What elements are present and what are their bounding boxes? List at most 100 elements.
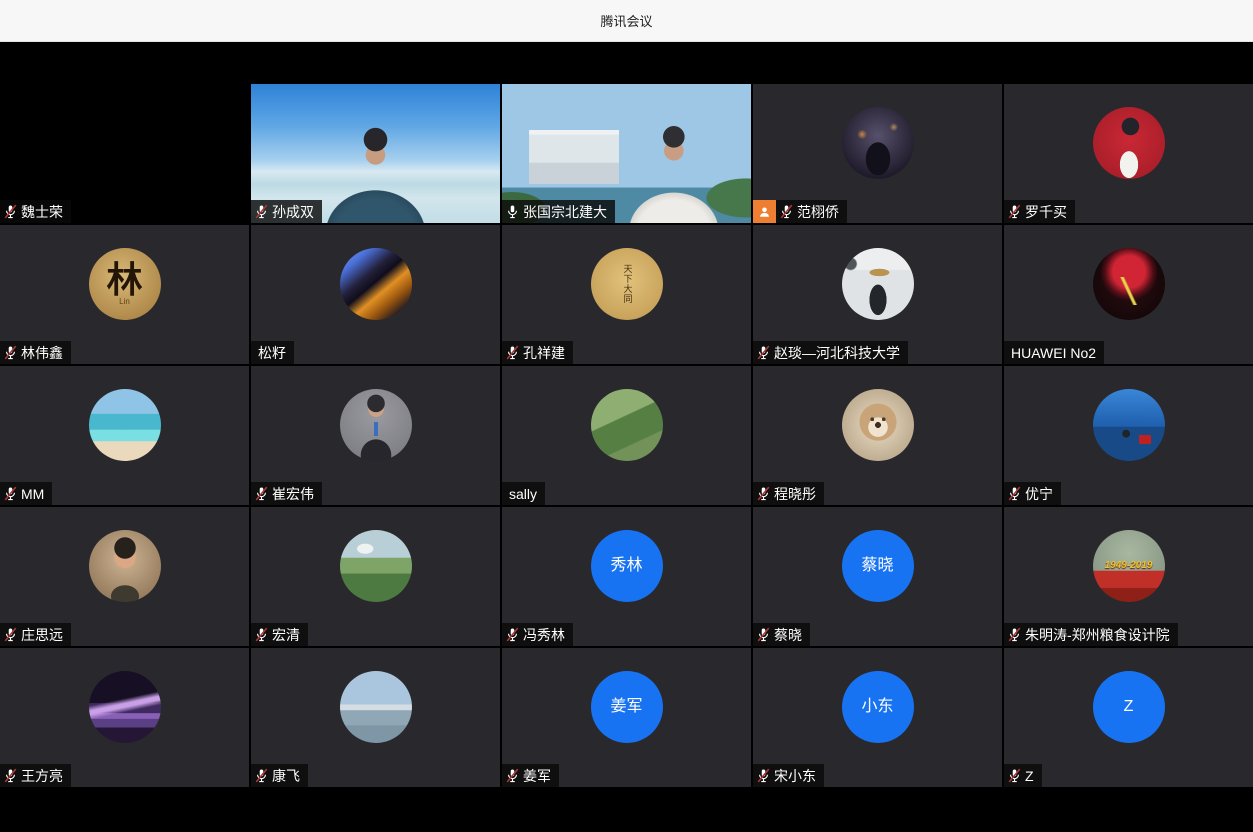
avatar: 天下大同 — [591, 248, 663, 320]
mic-muted-icon — [505, 768, 520, 783]
participant-tile[interactable]: HUAWEI No2 — [1004, 225, 1253, 364]
mic-muted-icon — [779, 204, 794, 219]
avatar — [89, 389, 161, 461]
participant-tile[interactable]: 小东 宋小东 — [753, 648, 1002, 787]
avatar — [842, 389, 914, 461]
mic-muted-icon — [505, 345, 520, 360]
participant-tile[interactable]: 魏士荣 — [0, 84, 249, 223]
name-label: Z — [1004, 764, 1042, 787]
participant-name: 康飞 — [272, 766, 300, 786]
participant-tile[interactable]: 孙成双 — [251, 84, 500, 223]
participant-name: Z — [1025, 768, 1034, 784]
mic-muted-icon — [254, 204, 269, 219]
mic-muted-icon — [3, 768, 18, 783]
participant-name: 孙成双 — [272, 202, 314, 222]
avatar-initials: 秀林 — [610, 557, 642, 575]
participant-name: 林伟鑫 — [21, 343, 63, 363]
mic-muted-icon — [254, 627, 269, 642]
avatar-anniversary-text: 1949-2019 — [1105, 560, 1153, 571]
name-label: 范栩侨 — [753, 200, 847, 223]
avatar-subtext: Lin — [119, 297, 130, 306]
participant-tile[interactable]: 林 Lin 林伟鑫 — [0, 225, 249, 364]
name-label: 魏士荣 — [0, 200, 71, 223]
name-label: 孔祥建 — [502, 341, 573, 364]
avatar — [89, 671, 161, 743]
participant-tile[interactable]: 赵琰—河北科技大学 — [753, 225, 1002, 364]
mic-muted-icon — [3, 627, 18, 642]
participant-tile[interactable]: 1949-2019 朱明涛-郑州粮食设计院 — [1004, 507, 1253, 646]
participant-name: 魏士荣 — [21, 202, 63, 222]
avatar: 姜军 — [591, 671, 663, 743]
avatar-initials: Z — [1124, 698, 1134, 716]
name-label: MM — [0, 482, 52, 505]
mic-on-icon — [505, 204, 520, 219]
avatar — [340, 248, 412, 320]
title-bar: 腾讯会议 — [0, 0, 1253, 42]
participant-tile[interactable]: 罗千买 — [1004, 84, 1253, 223]
participant-name: 范栩侨 — [797, 202, 839, 222]
mic-muted-icon — [1007, 627, 1022, 642]
name-label: 宏清 — [251, 623, 308, 646]
name-label: sally — [502, 482, 545, 505]
participant-grid: 魏士荣 孙成双 张国宗北建大 范栩侨 罗千买 — [0, 84, 1253, 787]
participant-tile[interactable]: 蔡晓 蔡晓 — [753, 507, 1002, 646]
avatar — [842, 107, 914, 179]
participant-tile[interactable]: 庄思远 — [0, 507, 249, 646]
participant-tile[interactable]: 王方亮 — [0, 648, 249, 787]
mic-muted-icon — [756, 486, 771, 501]
participant-name: 孔祥建 — [523, 343, 565, 363]
name-label: 罗千买 — [1004, 200, 1075, 223]
participant-name: 朱明涛-郑州粮食设计院 — [1025, 625, 1170, 645]
avatar-initials: 姜军 — [610, 698, 642, 716]
name-label: HUAWEI No2 — [1004, 341, 1104, 364]
name-label: 冯秀林 — [502, 623, 573, 646]
avatar: 小东 — [842, 671, 914, 743]
participant-tile[interactable]: 宏清 — [251, 507, 500, 646]
participant-name: MM — [21, 486, 44, 502]
participant-tile[interactable]: 姜军 姜军 — [502, 648, 751, 787]
name-label: 张国宗北建大 — [502, 200, 615, 223]
participant-name: 宏清 — [272, 625, 300, 645]
participant-name: 王方亮 — [21, 766, 63, 786]
participant-tile[interactable]: 范栩侨 — [753, 84, 1002, 223]
name-label: 孙成双 — [251, 200, 322, 223]
avatar: 林 Lin — [89, 248, 161, 320]
participant-tile-active-speaker[interactable]: 张国宗北建大 — [502, 84, 751, 223]
avatar — [340, 389, 412, 461]
participant-tile[interactable]: MM — [0, 366, 249, 505]
mic-muted-icon — [1007, 768, 1022, 783]
participant-tile[interactable]: 松籽 — [251, 225, 500, 364]
avatar: 秀林 — [591, 530, 663, 602]
mic-muted-icon — [3, 486, 18, 501]
participant-tile[interactable]: 崔宏伟 — [251, 366, 500, 505]
participant-name: 松籽 — [258, 343, 286, 363]
name-label: 王方亮 — [0, 764, 71, 787]
participant-name: 庄思远 — [21, 625, 63, 645]
participant-name: 崔宏伟 — [272, 484, 314, 504]
avatar — [842, 248, 914, 320]
avatar-calligraphy: 天下大同 — [622, 264, 632, 304]
participant-tile[interactable]: 天下大同 孔祥建 — [502, 225, 751, 364]
name-label: 优宁 — [1004, 482, 1061, 505]
participant-name: 程晓彤 — [774, 484, 816, 504]
mic-muted-icon — [3, 345, 18, 360]
mic-muted-icon — [3, 204, 18, 219]
participant-tile[interactable]: 优宁 — [1004, 366, 1253, 505]
avatar — [1093, 389, 1165, 461]
name-label: 康飞 — [251, 764, 308, 787]
participant-tile[interactable]: 程晓彤 — [753, 366, 1002, 505]
avatar: 1949-2019 — [1093, 530, 1165, 602]
name-label: 姜军 — [502, 764, 559, 787]
mic-muted-icon — [1007, 204, 1022, 219]
participant-tile[interactable]: sally — [502, 366, 751, 505]
name-label: 林伟鑫 — [0, 341, 71, 364]
mic-muted-icon — [756, 768, 771, 783]
avatar — [340, 530, 412, 602]
participant-tile[interactable]: 康飞 — [251, 648, 500, 787]
participant-name: 优宁 — [1025, 484, 1053, 504]
participant-tile[interactable]: 秀林 冯秀林 — [502, 507, 751, 646]
name-label: 赵琰—河北科技大学 — [753, 341, 908, 364]
avatar-initials: 蔡晓 — [861, 557, 893, 575]
participant-tile[interactable]: Z Z — [1004, 648, 1253, 787]
name-label: 蔡晓 — [753, 623, 810, 646]
